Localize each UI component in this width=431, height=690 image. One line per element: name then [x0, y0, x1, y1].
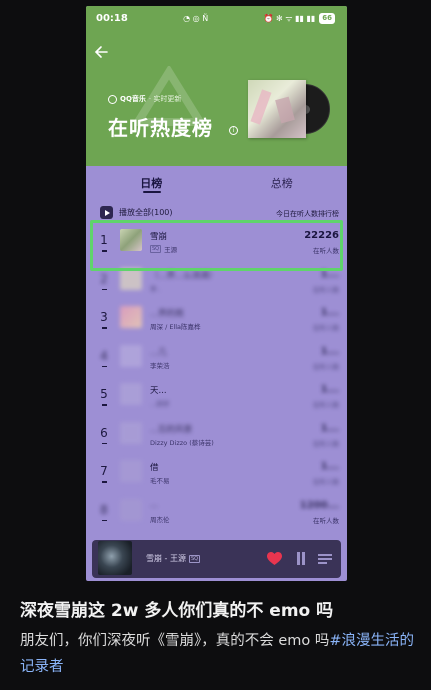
mini-player[interactable]: 雪崩 - 王源 SQ: [92, 540, 341, 578]
song-rank: 5: [100, 387, 108, 401]
song-thumbnail: [120, 498, 142, 521]
post-body-text: 朋友们，你们深夜听《雪崩》，真的不会 emo 吗: [20, 633, 330, 649]
status-left-icons: ◔ ◎ Ñ: [183, 13, 209, 23]
listener-count: 1...: [320, 345, 339, 357]
status-right-icons: ⏰ ✻ ᯤ ▮▮ ▮▮ 66: [263, 12, 335, 24]
trend-flat-icon: [102, 327, 107, 329]
brand: QQ音乐 · 实时更新: [108, 94, 181, 104]
song-title: ...几: [150, 347, 167, 358]
song-title: ...界的雨: [150, 309, 184, 319]
status-bar: 00:18 ◔ ◎ Ñ ⏰ ✻ ᯤ ▮▮ ▮▮ 66: [86, 6, 347, 30]
cover-art: [248, 80, 306, 138]
listener-count-label: 在听人数: [313, 324, 339, 332]
highlight-box: [90, 220, 343, 271]
listener-count: 1...: [320, 384, 339, 395]
chart-cover: [248, 80, 330, 138]
chart-tabs: 日榜 总榜: [86, 166, 347, 198]
brand-subtitle: · 实时更新: [148, 95, 182, 103]
rank-note: 今日在听人数排行榜: [276, 210, 339, 218]
song-rank: 8: [100, 502, 108, 517]
play-all-label: 播放全部(100): [119, 208, 173, 217]
song-row[interactable]: 7 借 毛不易 1... 在听人数: [86, 453, 347, 492]
song-artist: 毛不易: [150, 477, 170, 485]
play-icon: [100, 206, 113, 219]
chart-title: 在听热度榜: [108, 116, 213, 140]
song-title: 借: [150, 463, 159, 473]
info-icon[interactable]: i: [229, 126, 238, 135]
quality-badge: SQ: [188, 554, 201, 563]
song-rank: 4: [100, 348, 108, 363]
trend-flat-icon: [102, 288, 107, 290]
trend-flat-icon: [102, 365, 107, 367]
song-title: ...忘的风景: [150, 424, 193, 435]
song-artist: 周深 / Ella陈嘉桦: [150, 323, 201, 331]
heart-icon[interactable]: [267, 552, 282, 566]
song-thumbnail: [120, 306, 142, 328]
post-body: 朋友们，你们深夜听《雪崩》，真的不会 emo 吗#浪漫生活的记录者: [20, 628, 420, 680]
listener-count: 1...: [320, 307, 339, 318]
mini-player-title: 雪崩 - 王源: [146, 554, 186, 563]
song-row[interactable]: 4 ...几 李荣浩 1... 在听人数: [86, 338, 347, 377]
song-thumbnail: [120, 344, 142, 367]
song-rank: 6: [100, 425, 108, 440]
song-rank: 7: [100, 464, 108, 478]
song-title: 天...: [150, 386, 167, 396]
chart-header: QQ音乐 · 实时更新 在听热度榜 i: [86, 30, 347, 166]
tab-total[interactable]: 总榜: [217, 166, 348, 198]
listener-count-label: 在听人数: [313, 478, 339, 486]
song-title: ...: [150, 499, 159, 510]
status-time: 00:18: [96, 12, 128, 24]
listener-count-label: 在听人数: [313, 362, 339, 371]
trend-flat-icon: [102, 481, 107, 483]
status-indicators: ⏰ ✻ ᯤ ▮▮ ▮▮: [263, 13, 316, 23]
song-row[interactable]: 3 ...界的雨 周深 / Ella陈嘉桦 1... 在听人数: [86, 299, 347, 338]
tab-daily[interactable]: 日榜: [86, 166, 217, 198]
song-thumbnail: [120, 383, 142, 405]
playlist-queue-icon[interactable]: [318, 552, 332, 566]
song-artist: 李荣浩: [150, 361, 170, 370]
pause-icon[interactable]: [296, 552, 306, 566]
brand-name: QQ音乐: [120, 95, 146, 103]
song-artist: 李..: [150, 284, 161, 293]
mini-player-cover: [98, 541, 132, 575]
listener-count-label: 在听人数: [313, 516, 339, 525]
mini-player-title-line: 雪崩 - 王源 SQ: [146, 553, 201, 564]
qq-music-logo-icon: [108, 94, 117, 104]
listener-count-label: 在听人数: [313, 439, 339, 448]
listener-count: 1...: [320, 461, 339, 472]
song-row[interactable]: 6 ...忘的风景 Dizzy Dizzo (蔡诗芸) 1... 在听人数: [86, 415, 347, 454]
trend-flat-icon: [102, 442, 107, 444]
phone-screenshot: 00:18 ◔ ◎ Ñ ⏰ ✻ ᯤ ▮▮ ▮▮ 66 QQ音乐 · 实时更新 在…: [86, 6, 347, 581]
battery-icon: 66: [319, 12, 335, 24]
listener-count-label: 在听人数: [313, 285, 339, 294]
trend-flat-icon: [102, 404, 107, 406]
song-artist: Dizzy Dizzo (蔡诗芸): [150, 438, 214, 447]
song-artist: 周杰伦: [150, 515, 170, 524]
play-all-button[interactable]: 播放全部(100): [100, 206, 173, 219]
listener-count: 1200...: [299, 499, 339, 511]
song-rank: 3: [100, 310, 108, 324]
post-title: 深夜雪崩这 2w 多人你们真的不 emo 吗: [20, 601, 334, 621]
song-row[interactable]: 5 天... ...舒妤 1... 在听人数: [86, 376, 347, 415]
trend-flat-icon: [102, 519, 107, 521]
listener-count: 1...: [320, 422, 339, 434]
song-row[interactable]: 8 ... 周杰伦 1200... 在听人数: [86, 492, 347, 531]
song-thumbnail: [120, 460, 142, 482]
listener-count-label: 在听人数: [313, 401, 339, 409]
song-rank: 2: [100, 271, 108, 286]
song-thumbnail: [120, 421, 142, 444]
song-artist: ...舒妤: [150, 400, 170, 408]
back-arrow-icon[interactable]: [92, 42, 112, 62]
